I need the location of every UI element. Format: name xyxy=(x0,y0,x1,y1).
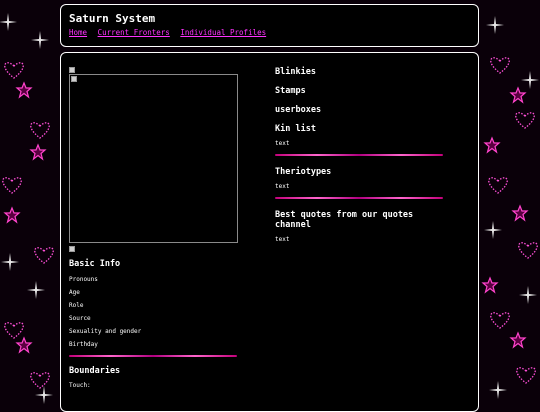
star-icon xyxy=(16,82,32,98)
section-divider xyxy=(69,355,237,357)
nav-link-home[interactable]: Home xyxy=(69,28,87,37)
star-icon xyxy=(484,137,500,153)
boundary-touch: Touch: xyxy=(69,382,91,389)
quotes-text: text xyxy=(275,236,290,243)
star-icon xyxy=(16,337,32,353)
star-icon xyxy=(30,144,46,160)
heart-icon xyxy=(516,367,536,384)
star-icon xyxy=(510,87,526,103)
basic-info-heading: Basic Info xyxy=(69,259,121,269)
heart-icon xyxy=(4,322,24,339)
heart-icon xyxy=(515,112,535,129)
broken-image-icon xyxy=(71,76,77,82)
nav-link-current-fronters[interactable]: Current Fronters xyxy=(98,28,170,37)
star-icon xyxy=(512,205,528,221)
sparkle-icon xyxy=(0,13,17,31)
heart-icon xyxy=(4,62,24,79)
left-column: Basic Info Pronouns Age Role Source Sexu… xyxy=(69,67,239,389)
field-birthday: Birthday xyxy=(69,341,98,348)
main-panel: Basic Info Pronouns Age Role Source Sexu… xyxy=(60,52,479,412)
sparkle-icon xyxy=(486,16,504,34)
blinkies-heading: Blinkies xyxy=(275,67,316,77)
field-role: Role xyxy=(69,302,84,309)
stamps-heading: Stamps xyxy=(275,86,306,96)
heart-icon xyxy=(488,177,508,194)
theriotypes-text: text xyxy=(275,183,290,190)
heart-icon xyxy=(30,122,50,139)
sparkle-icon xyxy=(489,381,507,399)
sparkle-icon xyxy=(484,221,502,239)
kin-list-heading: Kin list xyxy=(275,124,316,134)
userboxes-heading: userboxes xyxy=(275,105,322,115)
star-icon xyxy=(4,207,20,223)
star-icon xyxy=(482,277,498,293)
sparkle-icon xyxy=(35,386,53,404)
quotes-heading: Best quotes from our quotes channel xyxy=(275,210,414,230)
theriotypes-heading: Theriotypes xyxy=(275,167,332,177)
profile-image xyxy=(69,74,238,243)
nav-link-individual-profiles[interactable]: Individual Profiles xyxy=(180,28,266,37)
field-source: Source xyxy=(69,315,91,322)
section-divider xyxy=(275,197,443,199)
sparkle-icon xyxy=(1,253,19,271)
section-divider xyxy=(275,154,443,156)
field-age: Age xyxy=(69,289,80,296)
heart-icon xyxy=(2,177,22,194)
field-sexuality-gender: Sexuality and gender xyxy=(69,328,142,335)
site-title: Saturn System xyxy=(69,12,156,25)
heart-icon xyxy=(490,57,510,74)
broken-image-icon xyxy=(69,67,75,73)
site-header: Saturn System Home Current Fronters Indi… xyxy=(60,4,479,47)
heart-icon xyxy=(490,312,510,329)
heart-icon xyxy=(34,247,54,264)
right-column: Blinkies Stamps userboxes Kin list text … xyxy=(275,67,445,243)
nav-bar: Home Current Fronters Individual Profile… xyxy=(69,28,272,37)
heart-icon xyxy=(30,372,50,389)
sparkle-icon xyxy=(519,286,537,304)
sparkle-icon xyxy=(521,71,539,89)
field-pronouns: Pronouns xyxy=(69,276,98,283)
kin-list-text: text xyxy=(275,140,290,147)
sparkle-icon xyxy=(27,281,45,299)
broken-image-icon xyxy=(69,246,75,252)
boundaries-heading: Boundaries xyxy=(69,366,121,376)
star-icon xyxy=(510,332,526,348)
heart-icon xyxy=(518,242,538,259)
sparkle-icon xyxy=(31,31,49,49)
